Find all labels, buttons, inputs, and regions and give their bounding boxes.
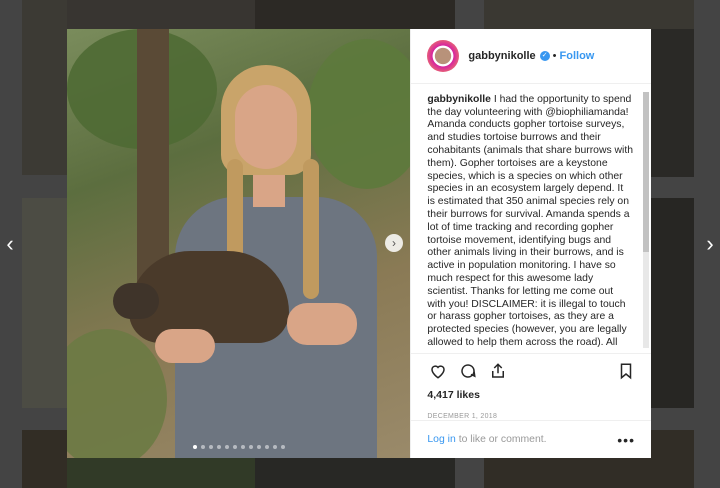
carousel-dot	[224, 445, 229, 449]
share-icon[interactable]	[487, 360, 509, 382]
next-post-arrow-icon[interactable]: ›	[700, 232, 720, 256]
post-photo[interactable]: ›	[67, 29, 411, 458]
comment-icon[interactable]	[457, 360, 479, 382]
avatar[interactable]	[427, 39, 460, 72]
post-date[interactable]: DECEMBER 1, 2018	[411, 401, 651, 420]
carousel-dot	[216, 445, 221, 449]
carousel-dot	[264, 445, 269, 449]
person-hand	[155, 329, 215, 363]
caption-scrollbar[interactable]	[643, 91, 649, 348]
person-braid	[303, 159, 319, 299]
person-face	[235, 85, 297, 169]
heart-icon[interactable]	[427, 360, 449, 382]
action-bar	[411, 353, 651, 387]
carousel-dot	[280, 445, 285, 449]
caption-area: gabbynikolle I had the opportunity to sp…	[411, 84, 651, 353]
carousel-dots	[67, 445, 410, 449]
post-header: gabbynikolle ✓ • Follow	[411, 29, 651, 84]
scrollbar-thumb[interactable]	[643, 91, 649, 252]
verified-badge-icon: ✓	[539, 50, 550, 61]
carousel-dot	[256, 445, 261, 449]
previous-post-arrow-icon[interactable]: ‹	[0, 232, 20, 256]
comment-footer: Log in to like or comment. •••	[411, 420, 651, 458]
more-options-icon[interactable]: •••	[617, 432, 635, 448]
login-suffix: to like or comment.	[458, 434, 547, 446]
likes-count[interactable]: 4,417 likes	[411, 387, 651, 401]
foliage	[67, 329, 167, 458]
post-sidebar: gabbynikolle ✓ • Follow gabbynikolle I h…	[410, 29, 651, 458]
carousel-dot	[192, 445, 197, 449]
foliage	[307, 39, 411, 189]
carousel-next-icon[interactable]: ›	[385, 234, 403, 252]
caption-text: I had the opportunity to spend the day v…	[427, 93, 634, 348]
tortoise-head	[113, 283, 159, 319]
username-link[interactable]: gabbynikolle	[468, 50, 535, 62]
tree-trunk	[137, 29, 169, 289]
post-modal: › gabbynikolle ✓ • Follow gabbynikolle I…	[67, 29, 651, 458]
caption: gabbynikolle I had the opportunity to sp…	[427, 94, 633, 350]
carousel-dot	[240, 445, 245, 449]
follow-button[interactable]: Follow	[560, 50, 595, 62]
person-hand	[287, 303, 357, 345]
carousel-dot	[200, 445, 205, 449]
separator-dot: •	[552, 49, 557, 62]
carousel-dot	[248, 445, 253, 449]
carousel-dot	[208, 445, 213, 449]
carousel-dot	[272, 445, 277, 449]
caption-username-link[interactable]: gabbynikolle	[427, 94, 491, 105]
login-link[interactable]: Log in	[427, 434, 455, 445]
carousel-dot	[232, 445, 237, 449]
bookmark-icon[interactable]	[615, 360, 637, 382]
